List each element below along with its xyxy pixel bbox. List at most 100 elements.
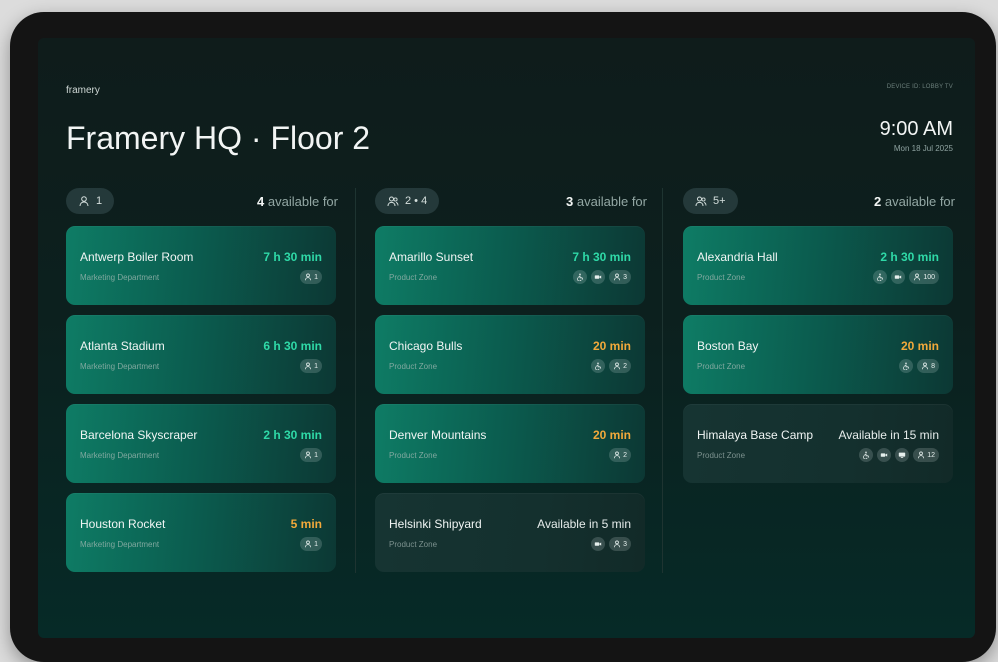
available-count: 3 available for	[566, 194, 647, 209]
room-availability: 2 h 30 min	[880, 250, 939, 264]
capacity-value: 2	[623, 451, 627, 459]
clock-date: Mon 18 Jul 2025	[893, 144, 953, 153]
room-zone: Marketing Department	[80, 540, 160, 549]
available-suffix: available for	[881, 194, 955, 209]
capacity-label: 5+	[713, 195, 726, 207]
room-features: 1	[300, 448, 322, 462]
camera-icon	[877, 448, 892, 462]
capacity-badge: 1	[300, 359, 322, 373]
room-zone: Product Zone	[697, 362, 746, 371]
capacity-value: 3	[623, 273, 627, 281]
capacity-badge: 2	[609, 448, 631, 462]
column-divider	[355, 188, 356, 573]
room-features: 1	[300, 537, 322, 551]
room-zone: Product Zone	[389, 362, 438, 371]
room-card[interactable]: Atlanta Stadium Marketing Department 6 h 3…	[66, 315, 336, 394]
person-icon	[917, 451, 925, 459]
room-card[interactable]: Helsinki Shipyard Product Zone Available i…	[375, 493, 645, 572]
camera-icon	[891, 270, 906, 284]
capacity-value: 100	[923, 273, 935, 281]
person-icon	[613, 540, 621, 548]
room-features: 2	[591, 359, 631, 373]
capacity-value: 8	[931, 362, 935, 370]
capacity-badge: 3	[609, 270, 631, 284]
room-name: Helsinki Shipyard	[389, 517, 482, 531]
room-features: 8	[899, 359, 939, 373]
room-features: 3	[573, 270, 631, 284]
clock-time: 9:00 AM	[879, 118, 953, 140]
person-icon	[304, 273, 312, 281]
room-name: Houston Rocket	[80, 517, 166, 531]
page-title: Framery HQ · Floor 2	[66, 120, 371, 156]
screen: framery DEVICE ID: LOBBY TV Framery HQ ·…	[38, 38, 975, 638]
person-icon	[78, 195, 90, 207]
person-icon	[304, 362, 312, 370]
room-card[interactable]: Alexandria Hall Product Zone 2 h 30 min 100	[683, 226, 953, 305]
room-availability: 7 h 30 min	[572, 250, 631, 264]
room-availability: 20 min	[592, 339, 631, 353]
capacity-badge: 1	[300, 270, 322, 284]
capacity-value: 12	[927, 451, 935, 459]
capacity-filter[interactable]: 2 • 4	[375, 188, 440, 214]
capacity-value: 3	[623, 540, 627, 548]
capacity-value: 1	[314, 362, 318, 370]
room-features: 100	[873, 270, 939, 284]
available-suffix: available for	[573, 194, 647, 209]
person-icon	[913, 273, 921, 281]
column-capacity-1: 1 4 available for Antwerp Boiler Room Marke…	[66, 188, 338, 608]
room-card[interactable]: Chicago Bulls Product Zone 20 min 2	[375, 315, 645, 394]
capacity-value: 1	[314, 451, 318, 459]
room-name: Alexandria Hall	[697, 250, 778, 264]
capacity-badge: 1	[300, 448, 322, 462]
people-icon	[387, 195, 399, 207]
room-card[interactable]: Houston Rocket Marketing Department 5 min 1	[66, 493, 336, 572]
people-icon	[695, 195, 707, 207]
room-card[interactable]: Himalaya Base Camp Product Zone Available …	[683, 404, 953, 483]
room-name: Chicago Bulls	[389, 339, 463, 353]
brand-logo: framery	[66, 85, 100, 96]
room-zone: Marketing Department	[80, 451, 160, 460]
capacity-badge: 1	[300, 537, 322, 551]
person-icon	[613, 273, 621, 281]
available-count: 4 available for	[257, 194, 338, 209]
device-label: DEVICE ID: LOBBY TV	[886, 84, 953, 90]
room-name: Atlanta Stadium	[80, 339, 165, 353]
capacity-label: 1	[96, 195, 103, 207]
capacity-label: 2 • 4	[405, 195, 428, 207]
capacity-badge: 8	[917, 359, 939, 373]
room-card[interactable]: Antwerp Boiler Room Marketing Department 7…	[66, 226, 336, 305]
column-header: 1 4 available for	[66, 188, 338, 216]
person-icon	[304, 540, 312, 548]
capacity-badge: 12	[913, 448, 939, 462]
capacity-filter[interactable]: 5+	[683, 188, 738, 214]
room-name: Amarillo Sunset	[389, 250, 474, 264]
camera-icon	[591, 270, 606, 284]
accessible-icon	[873, 270, 888, 284]
room-card[interactable]: Boston Bay Product Zone 20 min 8	[683, 315, 953, 394]
column-header: 5+ 2 available for	[683, 188, 955, 216]
camera-icon	[591, 537, 606, 551]
capacity-value: 1	[314, 540, 318, 548]
room-features: 2	[609, 448, 631, 462]
room-zone: Product Zone	[389, 273, 438, 282]
room-features: 3	[591, 537, 631, 551]
capacity-filter[interactable]: 1	[66, 188, 115, 214]
room-card[interactable]: Amarillo Sunset Product Zone 7 h 30 min 3	[375, 226, 645, 305]
person-icon	[613, 451, 621, 459]
room-availability: Available in 15 min	[838, 428, 939, 442]
room-name: Denver Mountains	[389, 428, 487, 442]
room-card[interactable]: Barcelona Skyscraper Marketing Department…	[66, 404, 336, 483]
room-availability: 5 min	[290, 517, 322, 531]
room-zone: Product Zone	[389, 451, 438, 460]
room-availability: 7 h 30 min	[263, 250, 322, 264]
room-availability: 2 h 30 min	[263, 428, 322, 442]
room-availability: 20 min	[592, 428, 631, 442]
available-suffix: available for	[264, 194, 338, 209]
room-availability: 6 h 30 min	[263, 339, 322, 353]
room-card[interactable]: Denver Mountains Product Zone 20 min 2	[375, 404, 645, 483]
room-availability: 20 min	[900, 339, 939, 353]
room-name: Himalaya Base Camp	[697, 428, 814, 442]
column-capacity-5-plus: 5+ 2 available for Alexandria Hall Product …	[683, 188, 955, 608]
room-zone: Marketing Department	[80, 273, 160, 282]
accessible-icon	[591, 359, 606, 373]
